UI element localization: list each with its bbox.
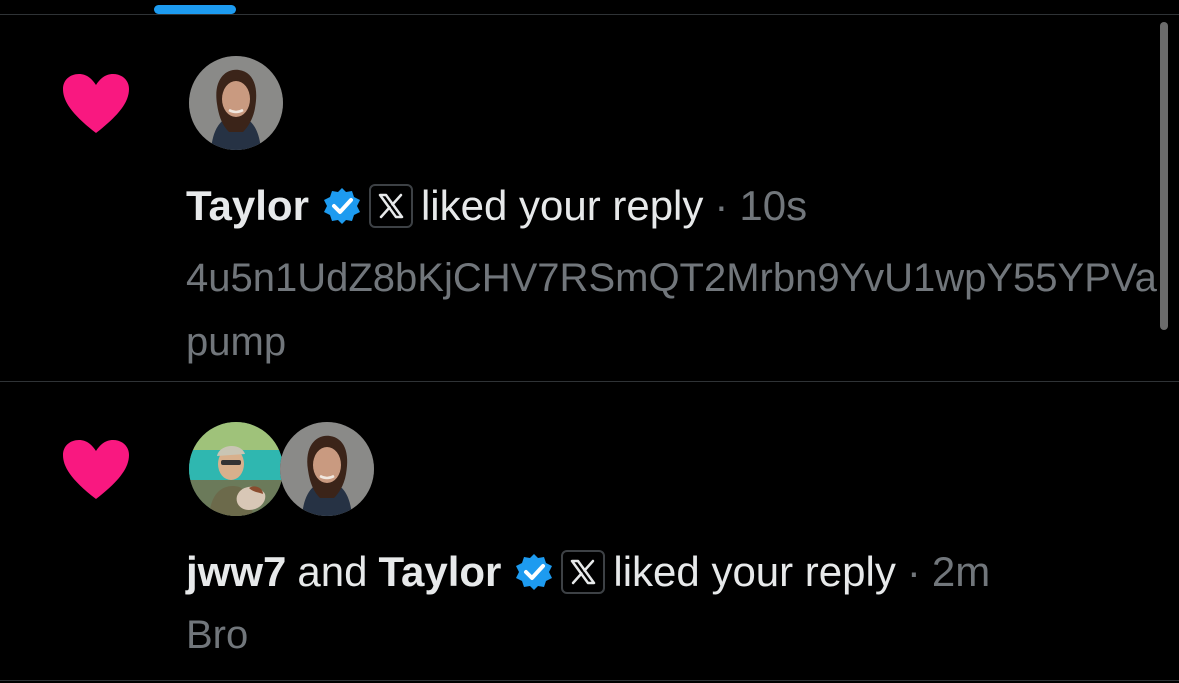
notification-divider — [0, 680, 1179, 681]
x-affiliation-badge-icon — [561, 550, 606, 594]
x-affiliation-badge-icon — [368, 184, 413, 228]
taylor-avatar[interactable] — [280, 422, 374, 516]
dot-separator: · — [906, 548, 921, 595]
taylor-avatar-image — [280, 422, 374, 516]
reply-snippet: 4u5n1UdZ8bKjCHV7RSmQT2Mrbn9YvU1wpY55YPVa… — [186, 256, 1157, 364]
x-logo-icon — [378, 193, 404, 219]
verified-badge-icon — [323, 188, 360, 224]
timestamp: 10s — [739, 182, 808, 229]
notification-text: Taylor liked your reply · 10s — [186, 181, 807, 231]
notification-text: jww7 and Taylor liked your reply · 2m — [186, 547, 990, 597]
reply-snippet: Bro — [186, 613, 249, 657]
notification-item[interactable]: Taylor liked your reply · 10s 4u5n1UdZ8b… — [0, 15, 1179, 381]
dot-separator: · — [714, 182, 729, 229]
user-name[interactable]: jww7 — [186, 547, 286, 597]
notification-item[interactable]: jww7 and Taylor liked your reply · 2m Br… — [0, 382, 1179, 683]
joiner-text: and — [297, 548, 368, 595]
taylor-avatar-image — [189, 56, 283, 150]
user-name[interactable]: Taylor — [186, 181, 309, 231]
scrollbar[interactable] — [1160, 22, 1168, 330]
notification-action: liked your reply — [420, 182, 704, 229]
heart-icon — [63, 74, 129, 133]
x-logo-icon — [571, 559, 596, 585]
user-name[interactable]: Taylor — [378, 547, 501, 597]
jww7-avatar[interactable] — [189, 422, 283, 516]
active-tab-indicator — [154, 5, 236, 14]
jww7-avatar-image — [189, 422, 283, 516]
timestamp: 2m — [931, 548, 991, 595]
notification-action: liked your reply — [613, 548, 896, 595]
verified-badge-icon — [516, 554, 553, 590]
taylor-avatar[interactable] — [189, 56, 283, 150]
heart-icon — [63, 440, 129, 499]
